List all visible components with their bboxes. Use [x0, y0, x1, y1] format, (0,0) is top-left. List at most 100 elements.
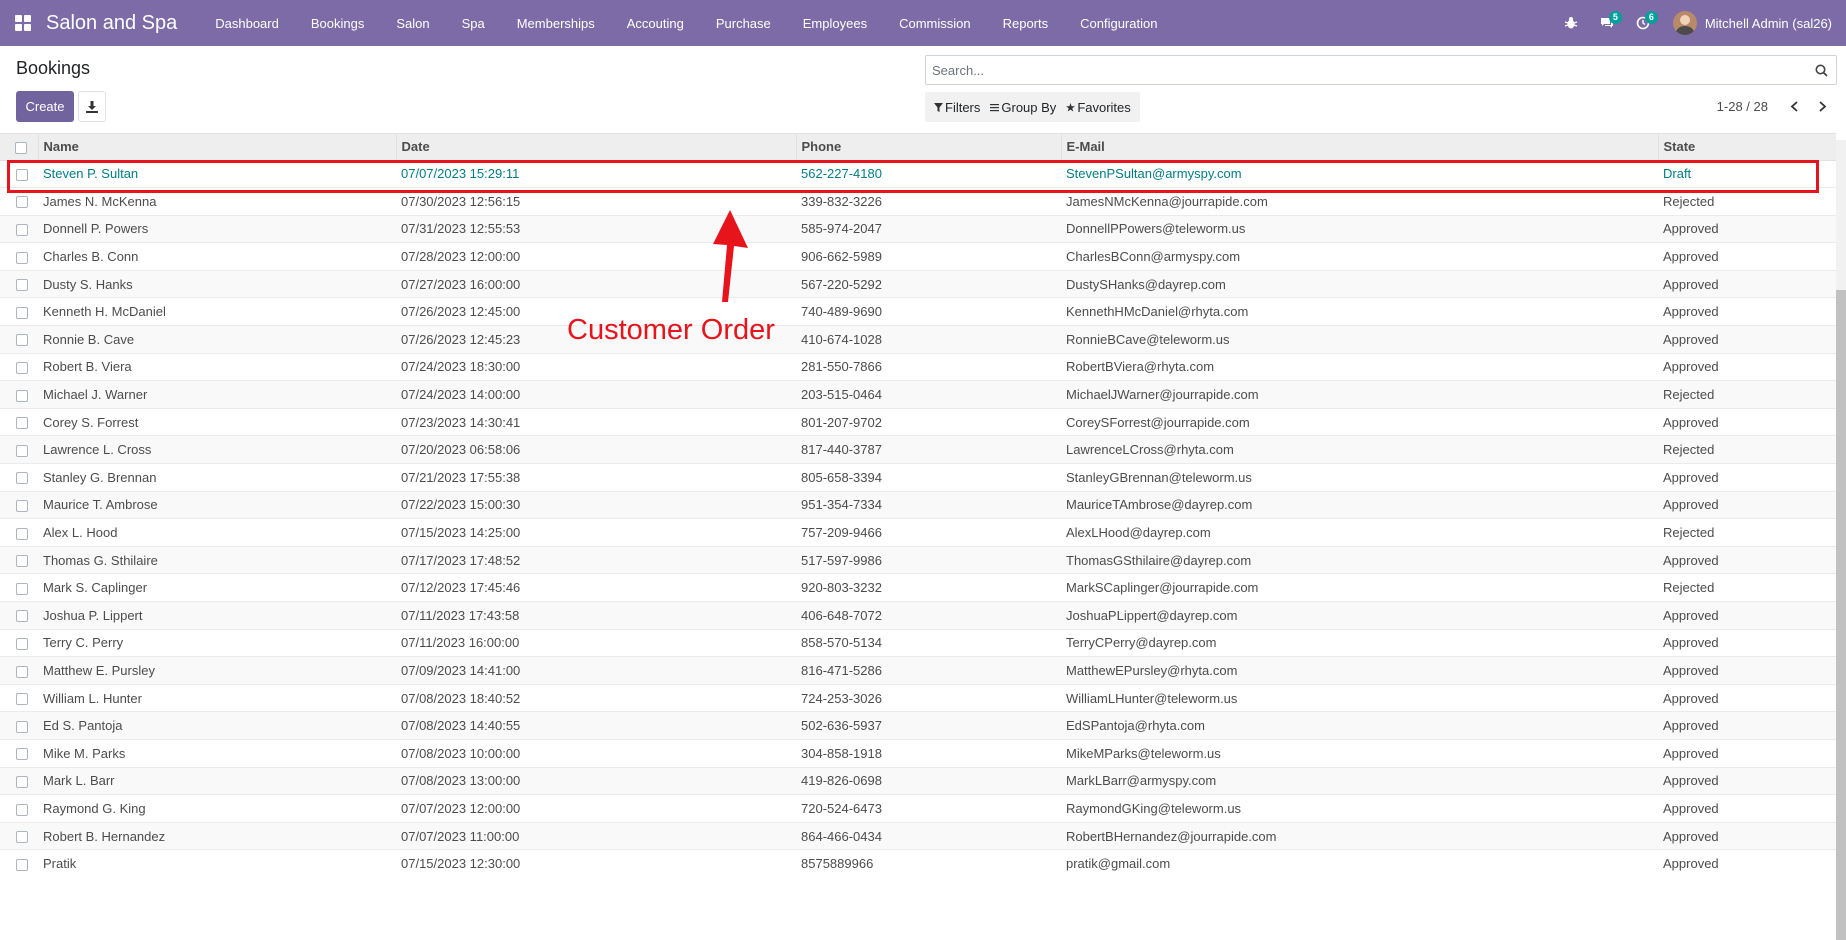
- cell-email[interactable]: MichaelJWarner@jourrapide.com: [1061, 380, 1658, 409]
- cell-date[interactable]: 07/15/2023 14:25:00: [396, 518, 796, 547]
- cell-phone[interactable]: 801-207-9702: [796, 408, 1061, 437]
- menu-employees[interactable]: Employees: [787, 0, 883, 46]
- cell-phone[interactable]: 724-253-3026: [796, 684, 1061, 713]
- row-checkbox[interactable]: [16, 775, 28, 788]
- cell-phone[interactable]: 406-648-7072: [796, 601, 1061, 630]
- table-row[interactable]: Mark S. Caplinger 07/12/2023 17:45:46 920-…: [0, 573, 1836, 602]
- cell-name[interactable]: Mark L. Barr: [38, 767, 396, 796]
- cell-phone[interactable]: 816-471-5286: [796, 656, 1061, 685]
- cell-date[interactable]: 07/09/2023 14:41:00: [396, 656, 796, 685]
- cell-state[interactable]: Rejected: [1658, 380, 1836, 409]
- cell-name[interactable]: William L. Hunter: [38, 684, 396, 713]
- cell-email[interactable]: LawrenceLCross@rhyta.com: [1061, 435, 1658, 465]
- app-brand[interactable]: Salon and Spa: [46, 12, 177, 35]
- cell-name[interactable]: Stanley G. Brennan: [38, 463, 396, 492]
- row-checkbox[interactable]: [16, 748, 28, 761]
- menu-bookings[interactable]: Bookings: [295, 0, 380, 46]
- row-checkbox[interactable]: [16, 831, 28, 844]
- table-row[interactable]: Mike M. Parks 07/08/2023 10:00:00 304-858-…: [0, 739, 1836, 768]
- table-row[interactable]: Ed S. Pantoja 07/08/2023 14:40:55 502-636-…: [0, 711, 1836, 740]
- cell-state[interactable]: Approved: [1658, 353, 1836, 382]
- pager-value[interactable]: 1-28 / 28: [1717, 99, 1768, 114]
- table-row[interactable]: Alex L. Hood 07/15/2023 14:25:00 757-209-9…: [0, 518, 1836, 547]
- cell-state[interactable]: Approved: [1658, 408, 1836, 437]
- scrollbar-thumb[interactable]: [1836, 290, 1846, 940]
- cell-name[interactable]: Terry C. Perry: [38, 629, 396, 658]
- row-checkbox[interactable]: [16, 251, 28, 264]
- column-header-email[interactable]: E-Mail: [1061, 134, 1659, 161]
- cell-name[interactable]: Alex L. Hood: [38, 518, 396, 547]
- cell-name[interactable]: Donnell P. Powers: [38, 215, 396, 244]
- row-checkbox[interactable]: [16, 334, 28, 347]
- row-checkbox[interactable]: [16, 279, 28, 292]
- table-row[interactable]: Lawrence L. Cross 07/20/2023 06:58:06 817-…: [0, 435, 1836, 465]
- cell-state[interactable]: Approved: [1658, 656, 1836, 685]
- row-checkbox[interactable]: [16, 417, 28, 430]
- table-row[interactable]: Robert B. Viera 07/24/2023 18:30:00 281-55…: [0, 353, 1836, 382]
- table-row[interactable]: Matthew E. Pursley 07/09/2023 14:41:00 816…: [0, 656, 1836, 685]
- cell-phone[interactable]: 203-515-0464: [796, 380, 1061, 409]
- create-button[interactable]: Create: [16, 91, 74, 122]
- filters-button[interactable]: Filters: [929, 92, 985, 122]
- cell-name[interactable]: Robert B. Viera: [38, 353, 396, 382]
- cell-phone[interactable]: 281-550-7866: [796, 353, 1061, 382]
- cell-state[interactable]: Approved: [1658, 601, 1836, 630]
- cell-date[interactable]: 07/17/2023 17:48:52: [396, 546, 796, 575]
- row-checkbox[interactable]: [16, 720, 28, 733]
- table-row[interactable]: Thomas G. Sthilaire 07/17/2023 17:48:52 51…: [0, 546, 1836, 575]
- cell-state[interactable]: Approved: [1658, 822, 1836, 851]
- cell-phone[interactable]: 8575889966: [796, 849, 1061, 876]
- cell-email[interactable]: CoreySForrest@jourrapide.com: [1061, 408, 1658, 437]
- cell-phone[interactable]: 585-974-2047: [796, 215, 1061, 244]
- cell-state[interactable]: Approved: [1658, 491, 1836, 520]
- cell-state[interactable]: Approved: [1658, 794, 1836, 823]
- table-row[interactable]: Robert B. Hernandez 07/07/2023 11:00:00 86…: [0, 822, 1836, 851]
- cell-email[interactable]: TerryCPerry@dayrep.com: [1061, 629, 1658, 658]
- cell-phone[interactable]: 951-354-7334: [796, 491, 1061, 520]
- cell-email[interactable]: AlexLHood@dayrep.com: [1061, 518, 1658, 547]
- cell-name[interactable]: Ed S. Pantoja: [38, 711, 396, 740]
- column-header-phone[interactable]: Phone: [796, 134, 1062, 161]
- cell-phone[interactable]: 419-826-0698: [796, 767, 1061, 796]
- cell-state[interactable]: Approved: [1658, 849, 1836, 876]
- table-row[interactable]: Stanley G. Brennan 07/21/2023 17:55:38 805…: [0, 463, 1836, 492]
- cell-name[interactable]: Michael J. Warner: [38, 380, 396, 409]
- cell-phone[interactable]: 517-597-9986: [796, 546, 1061, 575]
- cell-phone[interactable]: 858-570-5134: [796, 629, 1061, 658]
- table-row[interactable]: Dusty S. Hanks 07/27/2023 16:00:00 567-220…: [0, 270, 1836, 299]
- table-row[interactable]: Kenneth H. McDaniel 07/26/2023 12:45:00 74…: [0, 297, 1836, 327]
- cell-state[interactable]: Approved: [1658, 325, 1836, 354]
- row-checkbox[interactable]: [16, 665, 28, 678]
- user-menu[interactable]: Mitchell Admin (sal26): [1672, 11, 1832, 35]
- column-header-name[interactable]: Name: [38, 134, 397, 161]
- cell-email[interactable]: RaymondGKing@teleworm.us: [1061, 794, 1658, 823]
- cell-name[interactable]: Ronnie B. Cave: [38, 325, 396, 354]
- cell-email[interactable]: ThomasGSthilaire@dayrep.com: [1061, 546, 1658, 575]
- cell-date[interactable]: 07/23/2023 14:30:41: [396, 408, 796, 437]
- cell-name[interactable]: Mark S. Caplinger: [38, 573, 396, 602]
- cell-name[interactable]: Pratik: [38, 849, 396, 876]
- row-checkbox[interactable]: [16, 527, 28, 540]
- cell-email[interactable]: KennethHMcDaniel@rhyta.com: [1061, 297, 1658, 327]
- table-row[interactable]: Donnell P. Powers 07/31/2023 12:55:53 585-…: [0, 215, 1836, 244]
- cell-name[interactable]: Robert B. Hernandez: [38, 822, 396, 851]
- row-checkbox[interactable]: [16, 499, 28, 512]
- favorites-button[interactable]: Favorites: [1061, 92, 1135, 122]
- cell-phone[interactable]: 304-858-1918: [796, 739, 1061, 768]
- cell-name[interactable]: Matthew E. Pursley: [38, 656, 396, 685]
- cell-phone[interactable]: 805-658-3394: [796, 463, 1061, 492]
- cell-state[interactable]: Approved: [1658, 546, 1836, 575]
- cell-email[interactable]: StanleyGBrennan@teleworm.us: [1061, 463, 1658, 492]
- menu-reports[interactable]: Reports: [987, 0, 1065, 46]
- cell-name[interactable]: Joshua P. Lippert: [38, 601, 396, 630]
- table-row[interactable]: Ronnie B. Cave 07/26/2023 12:45:23 410-674…: [0, 325, 1836, 354]
- cell-email[interactable]: MauriceTAmbrose@dayrep.com: [1061, 491, 1658, 520]
- cell-name[interactable]: Lawrence L. Cross: [38, 435, 396, 465]
- cell-email[interactable]: MikeMParks@teleworm.us: [1061, 739, 1658, 768]
- cell-date[interactable]: 07/08/2023 18:40:52: [396, 684, 796, 713]
- menu-dashboard[interactable]: Dashboard: [199, 0, 295, 46]
- cell-email[interactable]: RobertBHernandez@jourrapide.com: [1061, 822, 1658, 851]
- row-checkbox[interactable]: [16, 389, 28, 402]
- table-row[interactable]: Joshua P. Lippert 07/11/2023 17:43:58 406-…: [0, 601, 1836, 630]
- cell-phone[interactable]: 817-440-3787: [796, 435, 1061, 465]
